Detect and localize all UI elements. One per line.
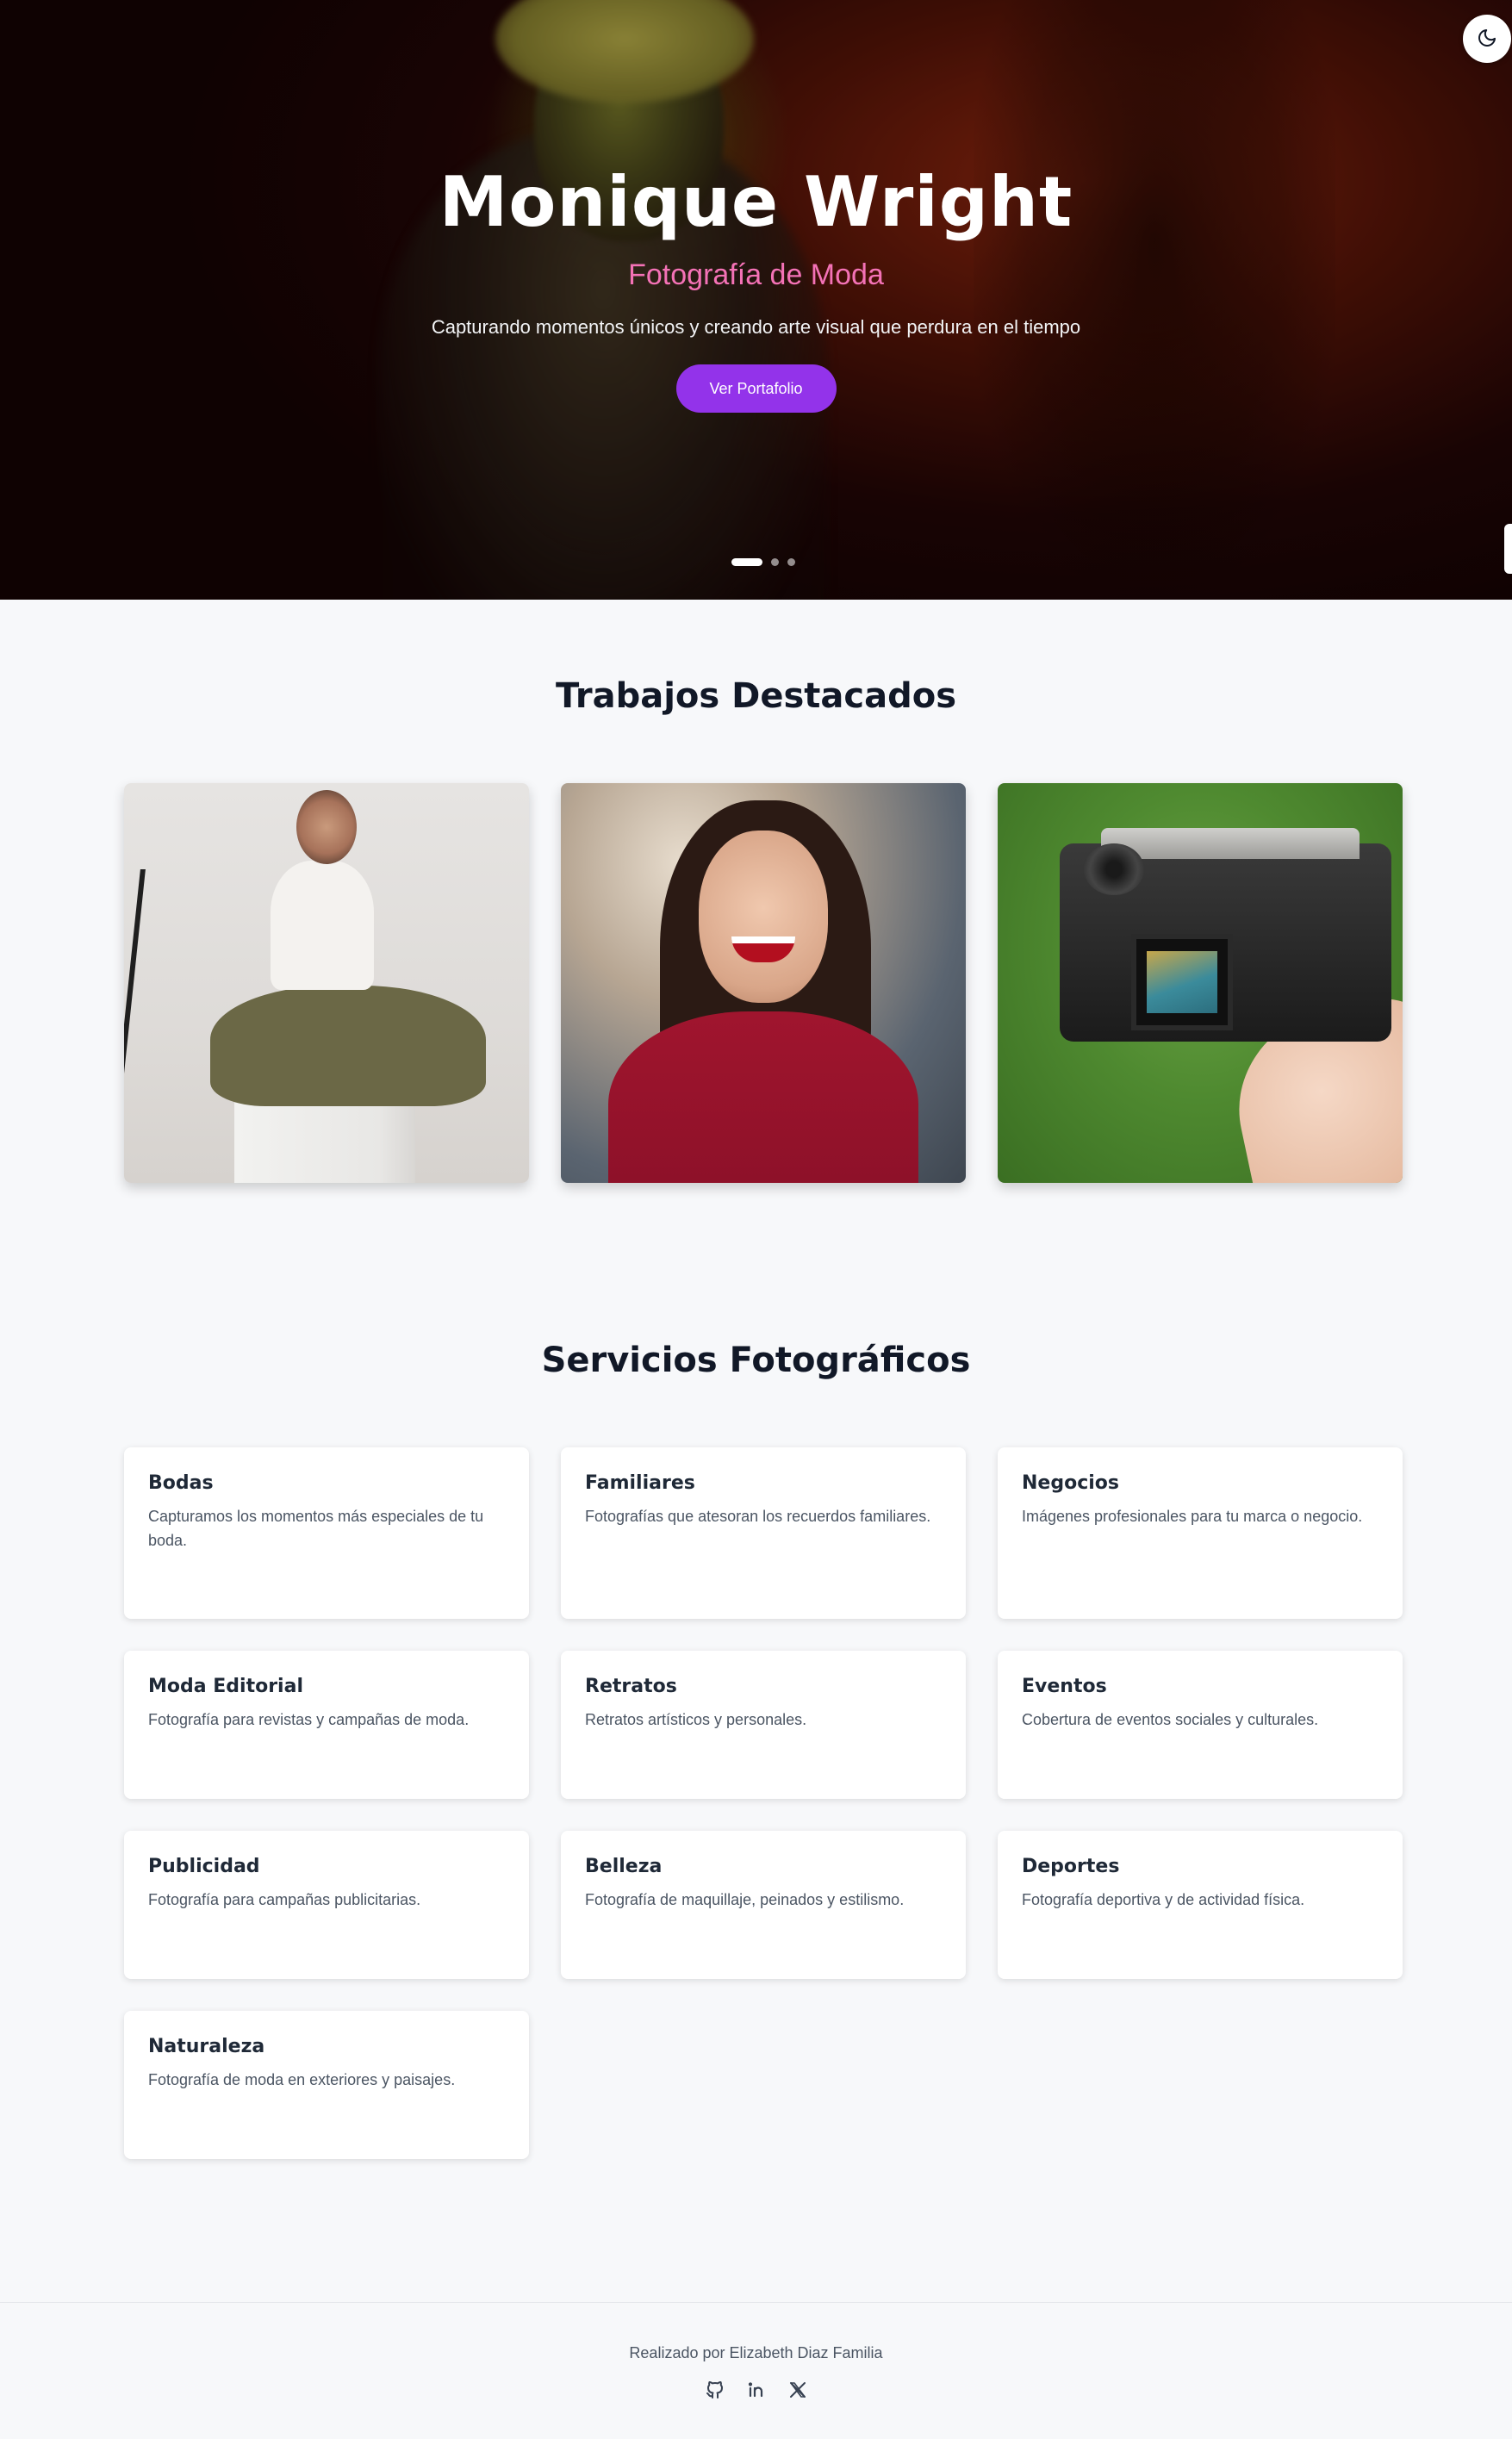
service-card-naturaleza[interactable]: Naturaleza Fotografía de moda en exterio… (124, 2011, 529, 2159)
service-title: Retratos (585, 1676, 677, 1697)
service-description: Fotografía para revistas y campañas de m… (148, 1711, 470, 1728)
linkedin-icon (746, 2380, 767, 2404)
carousel-dot-1[interactable] (731, 558, 762, 566)
featured-photo-camera[interactable] (998, 783, 1403, 1183)
hero-title: Monique Wright (439, 162, 1073, 242)
service-card-eventos[interactable]: Eventos Cobertura de eventos sociales y … (998, 1651, 1403, 1799)
service-description: Retratos artísticos y personales. (585, 1711, 807, 1728)
service-card-familiares[interactable]: Familiares Fotografías que atesoran los … (561, 1447, 966, 1619)
hero-subtitle: Fotografía de Moda (628, 258, 884, 291)
service-card-belleza[interactable]: Belleza Fotografía de maquillaje, peinad… (561, 1831, 966, 1979)
featured-photo-studio[interactable] (124, 783, 529, 1183)
light-stand (124, 869, 218, 1179)
services-section-title: Servicios Fotográficos (541, 1341, 971, 1380)
model-legs (210, 986, 486, 1106)
service-description: Capturamos los momentos más especiales d… (148, 1508, 484, 1549)
carousel-indicators (731, 558, 795, 566)
service-description: Imágenes profesionales para tu marca o n… (1022, 1508, 1363, 1525)
service-card-bodas[interactable]: Bodas Capturamos los momentos más especi… (124, 1447, 529, 1619)
social-links (0, 2380, 1512, 2404)
model-sweater (608, 1011, 918, 1183)
theme-toggle-button[interactable] (1463, 15, 1511, 63)
view-portfolio-button[interactable]: Ver Portafolio (675, 364, 837, 413)
service-title: Moda Editorial (148, 1676, 303, 1697)
moon-icon (1477, 28, 1497, 51)
carousel-dot-2[interactable] (771, 558, 779, 566)
footer: Realizado por Elizabeth Diaz Familia (0, 2302, 1512, 2439)
model-head (296, 790, 357, 864)
camera-screen-display (1147, 951, 1217, 1013)
x-link[interactable] (786, 2380, 810, 2404)
service-card-retratos[interactable]: Retratos Retratos artísticos y personale… (561, 1651, 966, 1799)
hero-tagline: Capturando momentos únicos y creando art… (431, 316, 1081, 338)
github-link[interactable] (703, 2380, 727, 2404)
service-description: Fotografía deportiva y de actividad físi… (1022, 1891, 1305, 1908)
linkedin-link[interactable] (744, 2380, 768, 2404)
service-card-moda-editorial[interactable]: Moda Editorial Fotografía para revistas … (124, 1651, 529, 1799)
service-title: Publicidad (148, 1856, 260, 1877)
service-description: Cobertura de eventos sociales y cultural… (1022, 1711, 1319, 1728)
featured-gallery (124, 783, 1403, 1183)
hero-content: Monique Wright Fotografía de Moda Captur… (0, 155, 1512, 413)
service-card-deportes[interactable]: Deportes Fotografía deportiva y de activ… (998, 1831, 1403, 1979)
camera-screen (1131, 934, 1233, 1030)
service-description: Fotografía de maquillaje, peinados y est… (585, 1891, 905, 1908)
x-icon (787, 2380, 808, 2404)
service-card-publicidad[interactable]: Publicidad Fotografía para campañas publ… (124, 1831, 529, 1979)
model-face (699, 831, 828, 1003)
service-title: Deportes (1022, 1856, 1120, 1877)
carousel-dot-3[interactable] (787, 558, 795, 566)
hero-carousel: Monique Wright Fotografía de Moda Captur… (0, 0, 1512, 600)
service-title: Eventos (1022, 1676, 1107, 1697)
service-card-negocios[interactable]: Negocios Imágenes profesionales para tu … (998, 1447, 1403, 1619)
camera-top-plate (1101, 828, 1360, 859)
featured-section-title: Trabajos Destacados (555, 676, 957, 716)
side-panel-tab[interactable] (1504, 524, 1512, 574)
service-title: Belleza (585, 1856, 663, 1877)
github-icon (705, 2380, 725, 2404)
service-title: Bodas (148, 1472, 214, 1494)
service-description: Fotografías que atesoran los recuerdos f… (585, 1508, 931, 1525)
service-description: Fotografía de moda en exteriores y paisa… (148, 2071, 456, 2088)
featured-photo-portrait[interactable] (561, 783, 966, 1183)
model-top (271, 861, 374, 990)
service-title: Naturaleza (148, 2036, 265, 2057)
service-title: Familiares (585, 1472, 695, 1494)
service-title: Negocios (1022, 1472, 1119, 1494)
camera-viewfinder (1084, 843, 1144, 895)
service-description: Fotografía para campañas publicitarias. (148, 1891, 421, 1908)
footer-credit: Realizado por Elizabeth Diaz Familia (629, 2344, 883, 2361)
